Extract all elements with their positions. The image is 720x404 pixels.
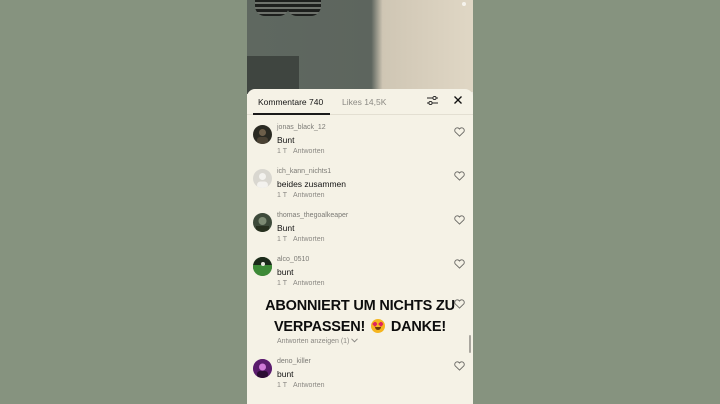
overlay-line-2: VERPASSEN! DANKE! (247, 317, 473, 338)
comment-text: bunt (277, 369, 294, 379)
comments-sheet: Kommentare 740 Likes 14,5K jonas_black_1… (247, 89, 473, 404)
chevron-down-icon (351, 338, 359, 343)
view-replies-button[interactable]: Antworten anzeigen (1) (277, 338, 359, 345)
video-background (247, 0, 473, 94)
heart-outline-icon[interactable] (454, 127, 465, 137)
comment-item: alco_0510 bunt 1 T Antworten (247, 255, 473, 299)
heart-eyes-emoji-icon (371, 319, 385, 333)
lamp-shade (287, 0, 321, 16)
view-replies-label: Antworten anzeigen (1) (277, 338, 350, 345)
comment-meta: 1 T Antworten (277, 382, 325, 389)
comment-time: 1 T (277, 280, 287, 287)
reply-button[interactable]: Antworten (293, 192, 325, 199)
avatar[interactable] (253, 125, 272, 144)
comment-text: beides zusammen (277, 179, 346, 189)
comment-text: Bunt (277, 135, 295, 145)
comment-item: ich_kann_nichts1 beides zusammen 1 T Antw… (247, 167, 473, 211)
comment-username[interactable]: deno_killer (277, 358, 311, 365)
video-frame: Kommentare 740 Likes 14,5K jonas_black_1… (247, 0, 473, 404)
close-icon[interactable] (453, 95, 463, 105)
avatar[interactable] (253, 213, 272, 232)
light-spot (462, 2, 466, 6)
reply-button[interactable]: Antworten (293, 236, 325, 243)
comment-time: 1 T (277, 382, 287, 389)
comment-time: 1 T (277, 192, 287, 199)
avatar[interactable] (253, 169, 272, 188)
avatar[interactable] (253, 359, 272, 378)
comment-text: bunt (277, 267, 294, 277)
comment-meta: 1 T Antworten (277, 280, 325, 287)
overlay-line-2-start: VERPASSEN! (273, 319, 366, 335)
comment-time: 1 T (277, 148, 287, 155)
overlay-line-1: ABONNIERT UM NICHTS ZU (265, 298, 455, 314)
overlay-line-2-end: DANKE! (390, 319, 447, 335)
tab-comments[interactable]: Kommentare 740 (258, 97, 323, 107)
comment-meta: 1 T Antworten (277, 148, 325, 155)
comments-tabs: Kommentare 740 Likes 14,5K (247, 89, 473, 115)
comment-username[interactable]: ich_kann_nichts1 (277, 168, 331, 175)
reply-button[interactable]: Antworten (293, 148, 325, 155)
comment-meta: 1 T Antworten (277, 236, 325, 243)
active-tab-indicator (253, 113, 330, 115)
comment-item: thomas_thegoalkeaper Bunt 1 T Antworten (247, 211, 473, 255)
tab-likes[interactable]: Likes 14,5K (342, 97, 386, 107)
heart-outline-icon[interactable] (454, 259, 465, 269)
heart-outline-icon[interactable] (454, 171, 465, 181)
reply-button[interactable]: Antworten (293, 382, 325, 389)
subscribe-overlay-text: ABONNIERT UM NICHTS ZU VERPASSEN! DANKE! (247, 296, 473, 338)
comment-meta: 1 T Antworten (277, 192, 325, 199)
avatar[interactable] (253, 257, 272, 276)
comment-username[interactable]: thomas_thegoalkeaper (277, 212, 348, 219)
comment-username[interactable]: jonas_black_12 (277, 124, 326, 131)
lamp-shade (255, 0, 289, 16)
filter-icon[interactable] (427, 96, 438, 106)
comment-item: deno_killer bunt 1 T Antworten (247, 357, 473, 401)
comment-text: Bunt (277, 223, 295, 233)
comment-username[interactable]: alco_0510 (277, 256, 309, 263)
comment-time: 1 T (277, 236, 287, 243)
reply-button[interactable]: Antworten (293, 280, 325, 287)
heart-outline-icon[interactable] (454, 215, 465, 225)
comment-item: jonas_black_12 Bunt 1 T Antworten (247, 123, 473, 167)
heart-outline-icon[interactable] (454, 361, 465, 371)
